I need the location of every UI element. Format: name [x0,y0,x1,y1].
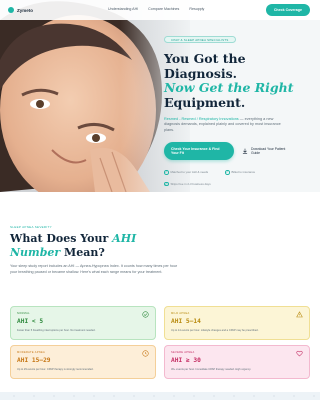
card-label: NORMAL [17,312,30,315]
card-label: MILD APNEA [171,312,190,315]
check-icon: ✓ [164,181,169,187]
download-guide-link[interactable]: Download Your Patient Guide [242,147,291,155]
ahi-title: What Does Your AHI Number Mean? [10,232,137,259]
card-label: MODERATE APNEA [17,351,46,354]
logo[interactable]: Zymeto [8,7,33,13]
logo-icon [8,7,14,13]
hero-title-accent: Now Get the Right [164,80,294,95]
dot-pattern [13,395,315,397]
hero-title-line3: Equipment. [164,94,246,110]
nav-links: Understanding AHI Compare Machines Resup… [108,7,204,11]
card-value: AHI 15–29 [17,357,51,364]
ahi-card-moderate: MODERATE APNEA AHI 15–29 Up to 29 events… [10,345,156,379]
feature-item: ✓ Billed to insurance [225,170,256,175]
ahi-card-mild: MILD APNEA AHI 5–14 Up to 14 events per … [164,306,310,340]
card-description: Up to 14 events per hour. Lifestyle chan… [171,329,259,332]
check-circle-icon [142,311,149,318]
hero-description-highlight: Resmed - Resmed / Respiratory Innovation… [164,117,239,121]
ahi-description: Your sleep study report includes an AHI … [10,264,178,274]
feature-item: ✓ Ships free in 2-3 business days [164,181,211,187]
card-value: AHI ≥ 30 [171,357,201,364]
hero-features: ✓ Matched to your AHI & needs ✓ Billed to … [164,170,310,187]
card-description: Fewer than 5 breathing interruptions per… [17,329,96,332]
ahi-eyebrow: SLEEP APNEA SEVERITY [10,225,52,229]
hero-description: Resmed - Resmed / Respiratory Innovation… [164,117,286,133]
nav-link-compare-machines[interactable]: Compare Machines [148,7,179,11]
logo-text: Zymeto [17,7,34,13]
hero-badge: CPAP & SLEEP APNEA SPECIALISTS [164,36,236,43]
top-nav: Zymeto Understanding AHI Compare Machine… [0,0,320,20]
card-description: Up to 29 events per hour. CPAP therapy i… [17,368,94,371]
check-insurance-button[interactable]: Check Your Insurance & Find Your Fit [164,142,234,161]
check-coverage-button[interactable]: Check Coverage [265,4,310,16]
hero-section: CPAP & SLEEP APNEA SPECIALISTS You Got t… [0,0,320,192]
card-label: SEVERE APNEA [171,351,195,354]
hero-title-line1: You Got the Diagnosis. [164,51,246,81]
hero-actions: Check Your Insurance & Find Your Fit Dow… [164,142,310,161]
download-icon [242,148,248,154]
hero-title: You Got the Diagnosis. Now Get the Right… [164,51,310,110]
ahi-section: SLEEP APNEA SEVERITY What Does Your AHI … [0,192,320,400]
check-icon: ✓ [164,170,169,175]
download-guide-label: Download Your Patient Guide [251,147,286,156]
heart-icon [296,350,303,357]
next-section-preview [0,392,320,400]
nav-link-understanding-ahi[interactable]: Understanding AHI [108,7,138,11]
clock-icon [142,350,149,357]
ahi-card-normal: NORMAL AHI < 5 Fewer than 5 breathing in… [10,306,156,340]
nav-link-resupply[interactable]: Resupply [189,7,204,11]
feature-item: ✓ Matched to your AHI & needs [164,170,209,175]
card-value: AHI < 5 [17,318,44,325]
warning-icon [296,311,303,318]
ahi-card-severe: SEVERE APNEA AHI ≥ 30 30+ events per hou… [164,345,310,379]
hero-content: CPAP & SLEEP APNEA SPECIALISTS You Got t… [164,28,310,187]
check-icon: ✓ [225,170,230,175]
card-value: AHI 5–14 [171,318,201,325]
card-description: 30+ events per hour. Immediate CPAP ther… [171,368,252,371]
